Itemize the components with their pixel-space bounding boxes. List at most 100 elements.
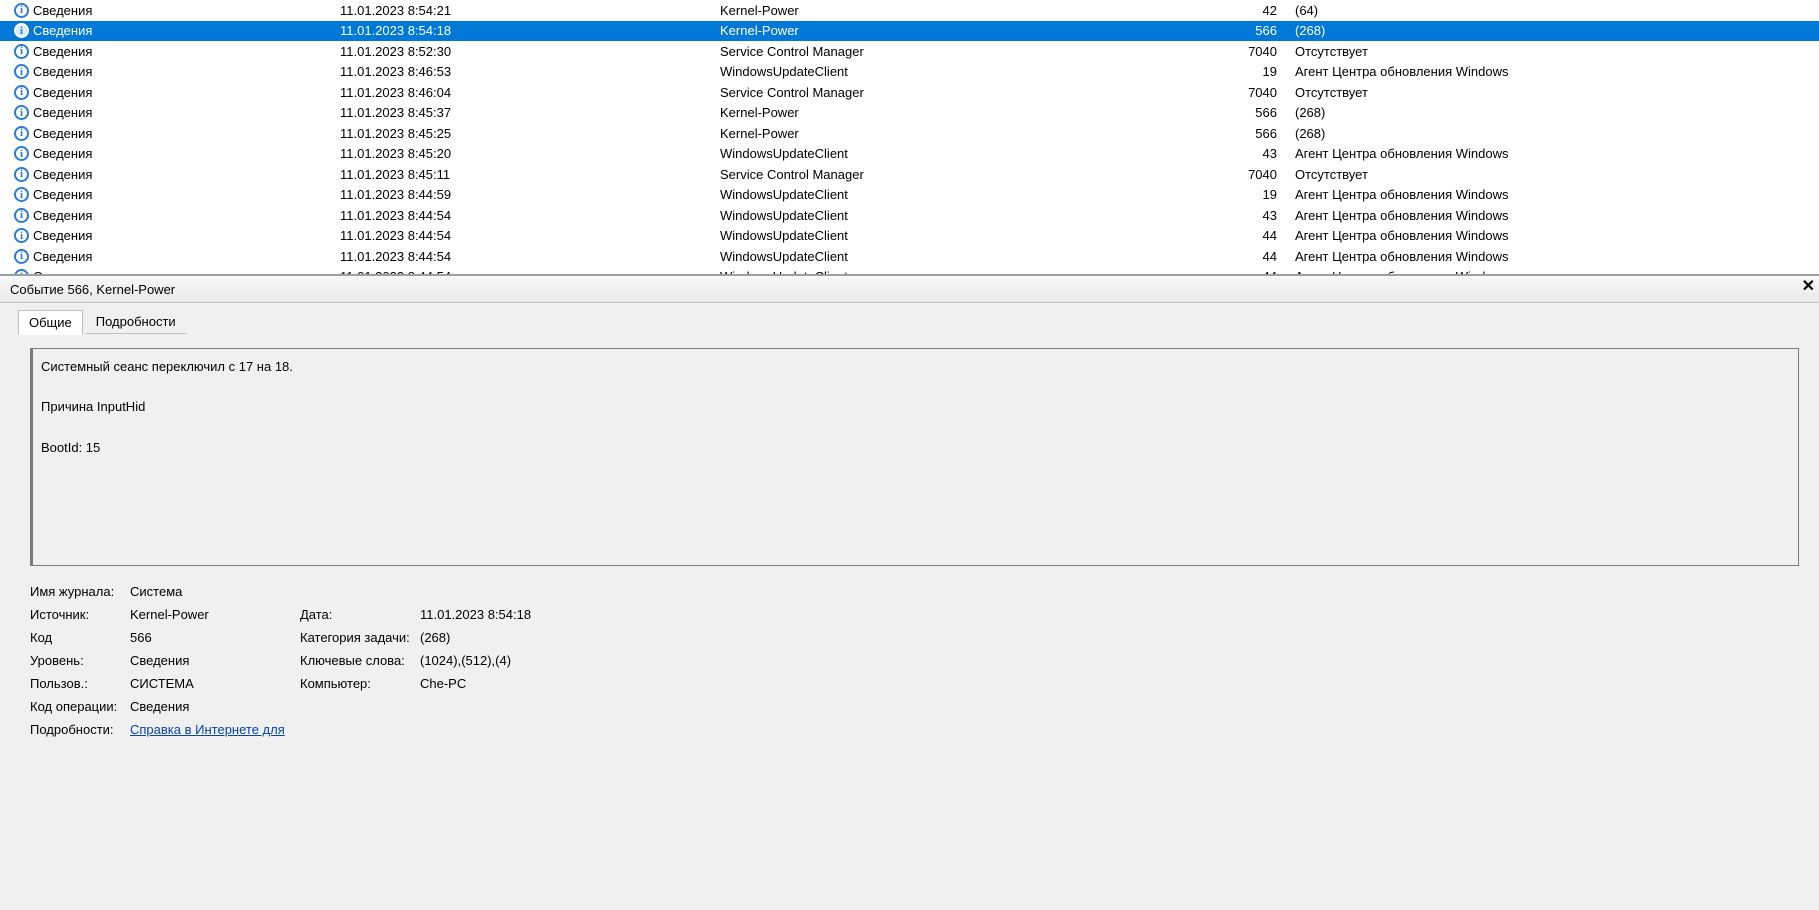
- cell-source: Kernel-Power: [720, 3, 1225, 18]
- label-log: Имя журнала:: [30, 584, 130, 599]
- info-icon: i: [14, 3, 29, 18]
- info-icon: i: [14, 167, 29, 182]
- cell-level: Сведения: [33, 44, 92, 59]
- cell-category: (268): [1285, 23, 1819, 38]
- value-log: Система: [130, 584, 670, 599]
- cell-source: WindowsUpdateClient: [720, 146, 1225, 161]
- cell-date: 11.01.2023 8:54:18: [340, 23, 720, 38]
- tab-general[interactable]: Общие: [18, 310, 83, 335]
- cell-level: Сведения: [33, 3, 92, 18]
- cell-category: (268): [1285, 105, 1819, 120]
- table-row[interactable]: iСведения11.01.2023 8:46:04Service Contr…: [0, 82, 1819, 103]
- cell-source: WindowsUpdateClient: [720, 269, 1225, 276]
- value-source: Kernel-Power: [130, 607, 300, 622]
- cell-category: Агент Центра обновления Windows: [1285, 146, 1819, 161]
- value-taskcat: (268): [420, 630, 670, 645]
- label-level: Уровень:: [30, 653, 130, 668]
- details-pane: Событие 566, Kernel-Power ✕ Общие Подроб…: [0, 276, 1819, 910]
- event-grid[interactable]: iСведения11.01.2023 8:54:21Kernel-Power4…: [0, 0, 1819, 276]
- table-row[interactable]: i Сведения 11.01.2023 8:44:59WindowsUpdate…: [0, 185, 1819, 206]
- info-icon: i: [14, 228, 29, 243]
- cell-category: Агент Центра обновления Windows: [1285, 228, 1819, 243]
- info-icon: i: [14, 146, 29, 161]
- value-computer: Che-PC: [420, 676, 670, 691]
- cell-category: (268): [1285, 126, 1819, 141]
- event-properties: Имя журнала: Система Источник: Kernel-Po…: [30, 584, 1799, 737]
- info-icon: i: [14, 187, 29, 202]
- cell-eventid: 43: [1225, 208, 1285, 223]
- table-row[interactable]: iСведения11.01.2023 8:52:30Service Contr…: [0, 41, 1819, 62]
- label-keywords: Ключевые слова:: [300, 653, 420, 668]
- cell-source: Kernel-Power: [720, 23, 1225, 38]
- cell-source: WindowsUpdateClient: [720, 64, 1225, 79]
- cell-eventid: 44: [1225, 269, 1285, 276]
- cell-source: Kernel-Power: [720, 126, 1225, 141]
- label-source: Источник:: [30, 607, 130, 622]
- cell-eventid: 7040: [1225, 85, 1285, 100]
- cell-category: (64): [1285, 3, 1819, 18]
- tab-general-pane: Системный сеанс переключил с 17 на 18. П…: [0, 334, 1819, 910]
- cell-category: Агент Центра обновления Windows: [1285, 208, 1819, 223]
- table-row[interactable]: iСведения11.01.2023 8:44:54WindowsUpdate…: [0, 226, 1819, 247]
- table-row[interactable]: iСведения11.01.2023 8:45:11Service Contr…: [0, 164, 1819, 185]
- cell-date: 11.01.2023 8:46:04: [340, 85, 720, 100]
- value-moreinfo: Справка в Интернете для: [130, 722, 670, 737]
- cell-date: 11.01.2023 8:45:25: [340, 126, 720, 141]
- cell-eventid: 44: [1225, 249, 1285, 264]
- table-row[interactable]: iСведения11.01.2023 8:44:54WindowsUpdate…: [0, 205, 1819, 226]
- cell-level: Сведения: [33, 167, 92, 182]
- cell-eventid: 19: [1225, 64, 1285, 79]
- info-icon: i: [14, 85, 29, 100]
- cell-date: 11.01.2023 8:44:54: [340, 208, 720, 223]
- label-moreinfo: Подробности:: [30, 722, 130, 737]
- close-icon[interactable]: ✕: [1802, 279, 1815, 295]
- cell-date: 11.01.2023 8:45:11: [340, 167, 720, 182]
- cell-source: WindowsUpdateClient: [720, 249, 1225, 264]
- info-icon: i: [14, 23, 29, 38]
- info-icon: i: [14, 269, 29, 276]
- table-row[interactable]: iСведения11.01.2023 8:44:54WindowsUpdate…: [0, 246, 1819, 267]
- cell-eventid: 566: [1225, 23, 1285, 38]
- table-row[interactable]: iСведения11.01.2023 8:54:18Kernel-Power5…: [0, 21, 1819, 42]
- cell-date: 11.01.2023 8:54:21: [340, 3, 720, 18]
- cell-level: Сведения: [33, 228, 92, 243]
- cell-source: WindowsUpdateClient: [720, 228, 1225, 243]
- info-icon: i: [14, 126, 29, 141]
- label-eventid: Код: [30, 630, 130, 645]
- cell-eventid: 19: [1225, 187, 1285, 202]
- details-tabs: Общие Подробности: [0, 303, 1819, 334]
- cell-eventid: 566: [1225, 105, 1285, 120]
- cell-level: Сведения: [33, 269, 92, 276]
- cell-source: Kernel-Power: [720, 105, 1225, 120]
- info-icon: i: [14, 44, 29, 59]
- tab-details[interactable]: Подробности: [85, 309, 187, 334]
- table-row[interactable]: iСведения11.01.2023 8:46:53WindowsUpdate…: [0, 62, 1819, 83]
- cell-category: Агент Центра обновления Windows: [1285, 187, 1819, 202]
- label-taskcat: Категория задачи:: [300, 630, 420, 645]
- value-eventid: 566: [130, 630, 300, 645]
- cell-level: Сведения: [33, 187, 92, 202]
- cell-date: 11.01.2023 8:44:59: [340, 187, 720, 202]
- cell-date: 11.01.2023 8:44:54: [340, 249, 720, 264]
- table-row[interactable]: iСведения11.01.2023 8:45:25Kernel-Power5…: [0, 123, 1819, 144]
- table-row[interactable]: iСведения11.01.2023 8:44:54WindowsUpdate…: [0, 267, 1819, 277]
- cell-level: Сведения: [33, 208, 92, 223]
- table-row[interactable]: iСведения11.01.2023 8:45:20WindowsUpdate…: [0, 144, 1819, 165]
- label-user: Пользов.:: [30, 676, 130, 691]
- table-row[interactable]: iСведения11.01.2023 8:45:37Kernel-Power5…: [0, 103, 1819, 124]
- cell-eventid: 43: [1225, 146, 1285, 161]
- cell-date: 11.01.2023 8:45:37: [340, 105, 720, 120]
- cell-level: Сведения: [33, 64, 92, 79]
- cell-level: Сведения: [33, 126, 92, 141]
- cell-category: Агент Центра обновления Windows: [1285, 249, 1819, 264]
- value-user: СИСТЕМА: [130, 676, 300, 691]
- cell-source: WindowsUpdateClient: [720, 187, 1225, 202]
- cell-category: Отсутствует: [1285, 167, 1819, 182]
- cell-eventid: 7040: [1225, 44, 1285, 59]
- cell-eventid: 42: [1225, 3, 1285, 18]
- label-date: Дата:: [300, 607, 420, 622]
- cell-date: 11.01.2023 8:52:30: [340, 44, 720, 59]
- table-row[interactable]: i Сведения 11.01.2023 8:54:21Kernel-Power4…: [0, 0, 1819, 21]
- info-icon: i: [14, 64, 29, 79]
- help-link[interactable]: Справка в Интернете для: [130, 722, 285, 737]
